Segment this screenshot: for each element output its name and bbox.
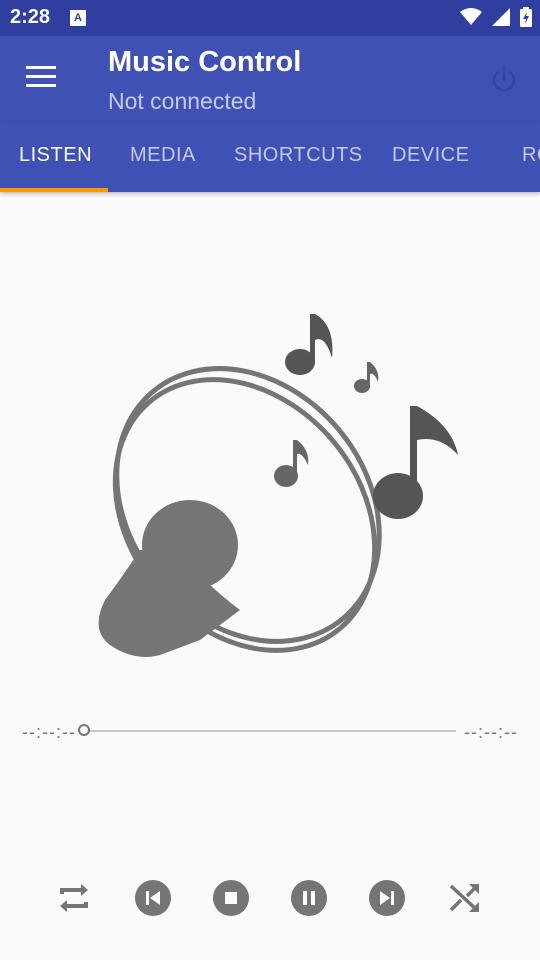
- stop-icon[interactable]: [211, 878, 251, 918]
- tab-ro[interactable]: RO: [522, 144, 540, 167]
- total-time: --:--:--: [464, 722, 518, 742]
- hamburger-menu-icon[interactable]: [26, 66, 56, 90]
- tab-shortcuts[interactable]: SHORTCUTS: [234, 144, 363, 167]
- tab-listen[interactable]: LISTEN: [19, 144, 92, 167]
- skip-previous-icon[interactable]: [133, 878, 173, 918]
- app-bar: Music Control Not connected: [0, 36, 540, 122]
- system-icons: [460, 7, 532, 27]
- shuffle-icon[interactable]: [445, 878, 485, 918]
- tab-media[interactable]: MEDIA: [130, 144, 196, 167]
- seek-bar[interactable]: [82, 730, 456, 732]
- playback-progress: --:--:-- --:--:--: [0, 718, 540, 748]
- tab-bar: LISTEN MEDIA SHORTCUTS DEVICE RO: [0, 122, 540, 192]
- wifi-icon: [460, 8, 482, 25]
- app-notification-icon: A: [70, 10, 86, 26]
- app-title: Music Control: [108, 46, 302, 78]
- battery-charging-icon: [520, 7, 532, 27]
- seek-thumb[interactable]: [78, 724, 90, 736]
- status-time: 2:28: [10, 6, 51, 28]
- tab-device[interactable]: DEVICE: [392, 144, 469, 167]
- power-icon[interactable]: [488, 64, 520, 96]
- skip-next-icon[interactable]: [367, 878, 407, 918]
- playback-controls: [0, 870, 540, 926]
- connection-status: Not connected: [108, 88, 257, 114]
- tab-indicator: [0, 188, 108, 192]
- elapsed-time: --:--:--: [22, 722, 76, 742]
- speaker-music-illustration: [98, 314, 458, 658]
- pause-icon[interactable]: [289, 878, 329, 918]
- signal-icon: [492, 8, 510, 26]
- repeat-icon[interactable]: [54, 878, 94, 918]
- status-bar: 2:28 A: [0, 0, 540, 36]
